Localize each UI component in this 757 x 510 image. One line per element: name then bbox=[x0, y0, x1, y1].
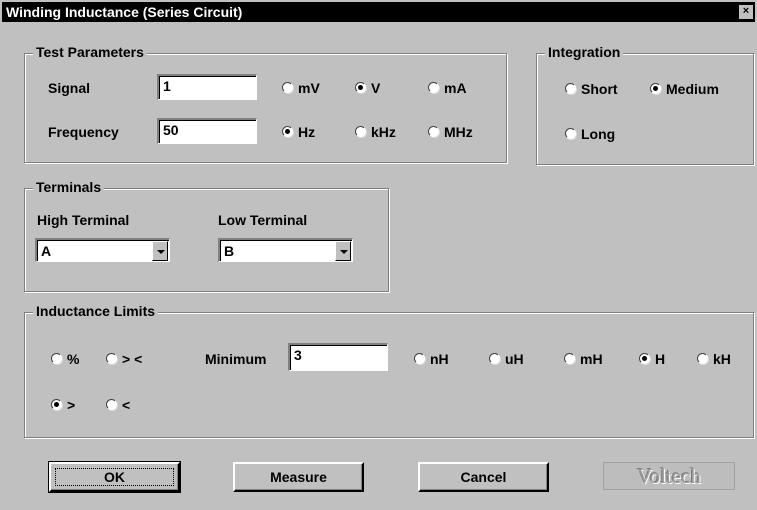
frequency-input[interactable]: 50 bbox=[157, 118, 257, 144]
radio-label: MHz bbox=[444, 124, 473, 140]
radio-indicator bbox=[639, 353, 650, 364]
signal-label: Signal bbox=[48, 80, 91, 96]
cancel-button[interactable]: Cancel bbox=[418, 462, 549, 492]
radio-indicator bbox=[564, 353, 575, 364]
radio-label: > bbox=[67, 397, 76, 413]
radio-label: V bbox=[371, 80, 381, 96]
low-terminal-value: B bbox=[224, 243, 235, 259]
radio-indicator bbox=[51, 353, 62, 364]
radio-indicator bbox=[282, 82, 293, 93]
radio-indicator bbox=[428, 82, 439, 93]
chevron-down-icon[interactable] bbox=[335, 241, 351, 261]
radio-label: > < bbox=[122, 351, 143, 367]
measure-button-label: Measure bbox=[270, 469, 327, 485]
radio-label: < bbox=[122, 397, 131, 413]
radio-indicator bbox=[697, 353, 708, 364]
radio-label: Long bbox=[581, 126, 616, 142]
radio-indicator bbox=[51, 399, 62, 410]
voltech-logo: Voltech bbox=[603, 462, 735, 490]
radio-label: % bbox=[67, 351, 80, 367]
radio-indicator bbox=[282, 126, 293, 137]
high-terminal-select[interactable]: A bbox=[35, 238, 170, 262]
high-terminal-label: High Terminal bbox=[37, 212, 130, 228]
radio-label: Short bbox=[581, 81, 618, 97]
radio-indicator bbox=[565, 128, 576, 139]
radio-indicator bbox=[489, 353, 500, 364]
radio-label: kH bbox=[713, 351, 731, 367]
inductance-limits-legend: Inductance Limits bbox=[33, 303, 159, 319]
integration-legend: Integration bbox=[545, 44, 624, 60]
minimum-input[interactable]: 3 bbox=[288, 343, 388, 371]
title-bar[interactable]: Winding Inductance (Series Circuit) × bbox=[2, 2, 755, 22]
low-terminal-label: Low Terminal bbox=[218, 212, 308, 228]
focus-rect bbox=[55, 468, 174, 486]
radio-label: uH bbox=[505, 351, 524, 367]
low-terminal-select[interactable]: B bbox=[218, 238, 353, 262]
radio-label: mV bbox=[298, 80, 320, 96]
radio-label: mH bbox=[580, 351, 603, 367]
dialog-window: Winding Inductance (Series Circuit) × Te… bbox=[0, 0, 757, 510]
radio-indicator bbox=[355, 82, 366, 93]
radio-indicator bbox=[414, 353, 425, 364]
radio-label: mA bbox=[444, 80, 467, 96]
integration-group: Integration bbox=[536, 44, 754, 165]
radio-label: Medium bbox=[666, 81, 719, 97]
test-parameters-legend: Test Parameters bbox=[33, 44, 147, 60]
radio-indicator bbox=[106, 353, 117, 364]
frequency-label: Frequency bbox=[48, 124, 119, 140]
minimum-label: Minimum bbox=[205, 351, 267, 367]
radio-indicator bbox=[106, 399, 117, 410]
chevron-down-icon[interactable] bbox=[152, 241, 168, 261]
radio-label: H bbox=[655, 351, 666, 367]
radio-indicator bbox=[428, 126, 439, 137]
cancel-button-label: Cancel bbox=[460, 469, 507, 485]
radio-indicator bbox=[355, 126, 366, 137]
test-parameters-group: Test Parameters bbox=[24, 44, 507, 163]
signal-input[interactable]: 1 bbox=[157, 74, 257, 100]
radio-label: Hz bbox=[298, 124, 316, 140]
radio-indicator bbox=[650, 83, 661, 94]
radio-label: kHz bbox=[371, 124, 396, 140]
measure-button[interactable]: Measure bbox=[233, 462, 364, 492]
inductance-limits-group: Inductance Limits bbox=[24, 303, 754, 438]
high-terminal-value: A bbox=[41, 243, 52, 259]
window-title: Winding Inductance (Series Circuit) bbox=[6, 4, 243, 20]
terminals-legend: Terminals bbox=[33, 179, 105, 195]
ok-button[interactable]: OK bbox=[48, 461, 181, 493]
close-icon[interactable]: × bbox=[739, 5, 753, 19]
radio-label: nH bbox=[430, 351, 449, 367]
radio-indicator bbox=[565, 83, 576, 94]
